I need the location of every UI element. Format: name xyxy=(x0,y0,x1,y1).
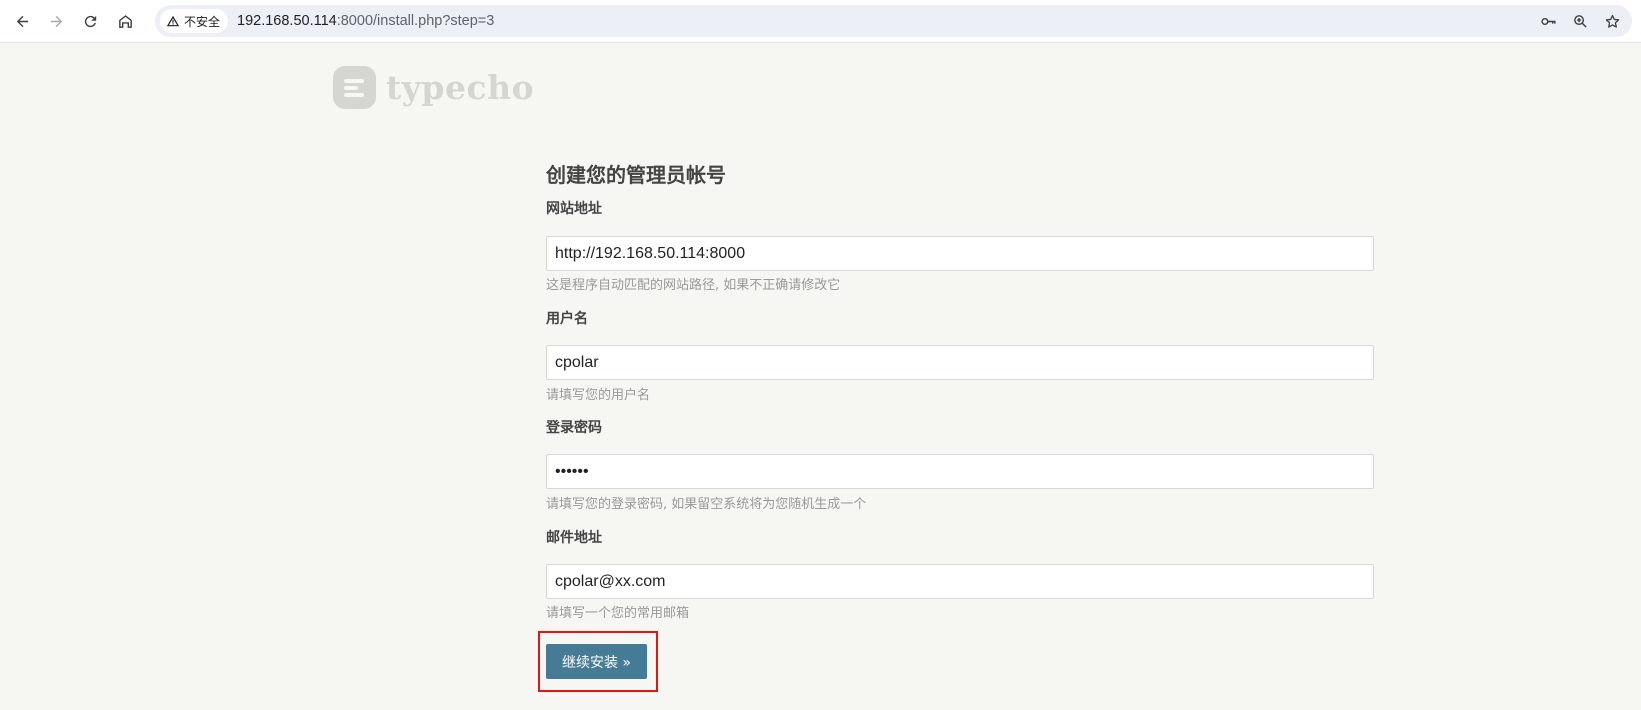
site-url-input[interactable] xyxy=(546,236,1374,271)
password-input[interactable] xyxy=(546,454,1374,489)
warning-icon xyxy=(166,15,180,27)
logo-text: typecho xyxy=(386,68,535,107)
password-label: 登录密码 xyxy=(546,420,602,436)
url-path: :8000/install.php?step=3 xyxy=(336,13,495,29)
url-text[interactable]: 192.168.50.114:8000/install.php?step=3 xyxy=(237,5,494,37)
password-key-button[interactable] xyxy=(1538,11,1558,31)
url-host: 192.168.50.114 xyxy=(237,13,337,29)
key-icon xyxy=(1540,17,1556,25)
star-icon xyxy=(1605,14,1619,28)
reload-icon xyxy=(84,15,96,27)
home-button[interactable] xyxy=(111,7,139,35)
site-url-label: 网站地址 xyxy=(546,201,602,217)
forward-button[interactable] xyxy=(42,7,70,35)
email-label: 邮件地址 xyxy=(546,530,602,546)
site-url-description: 这是程序自动匹配的网站路径, 如果不正确请修改它 xyxy=(546,278,841,293)
bookmark-button[interactable] xyxy=(1602,11,1622,31)
back-icon xyxy=(16,15,28,27)
username-input[interactable] xyxy=(546,345,1374,380)
zoom-icon xyxy=(1573,14,1587,28)
security-chip[interactable]: 不安全 xyxy=(160,9,229,33)
username-label: 用户名 xyxy=(546,311,588,327)
admin-account-form: 创建您的管理员帐号 网站地址 这是程序自动匹配的网站路径, 如果不正确请修改它 … xyxy=(546,158,1374,621)
forward-icon xyxy=(50,15,62,27)
continue-install-button[interactable]: 继续安装 » xyxy=(546,644,647,679)
zoom-button[interactable] xyxy=(1570,11,1590,31)
home-icon xyxy=(118,14,132,28)
address-bar[interactable]: 不安全 192.168.50.114:8000/install.php?step… xyxy=(155,5,1632,37)
reload-button[interactable] xyxy=(76,7,104,35)
back-button[interactable] xyxy=(8,7,36,35)
username-description: 请填写您的用户名 xyxy=(546,388,651,403)
browser-toolbar: 不安全 192.168.50.114:8000/install.php?step… xyxy=(0,0,1641,43)
security-label: 不安全 xyxy=(184,14,221,29)
logo-mark-icon xyxy=(333,66,376,109)
email-description: 请填写一个您的常用邮箱 xyxy=(546,606,690,621)
email-input[interactable] xyxy=(546,564,1374,599)
password-description: 请填写您的登录密码, 如果留空系统将为您随机生成一个 xyxy=(546,497,867,512)
typecho-logo: typecho xyxy=(333,65,534,110)
